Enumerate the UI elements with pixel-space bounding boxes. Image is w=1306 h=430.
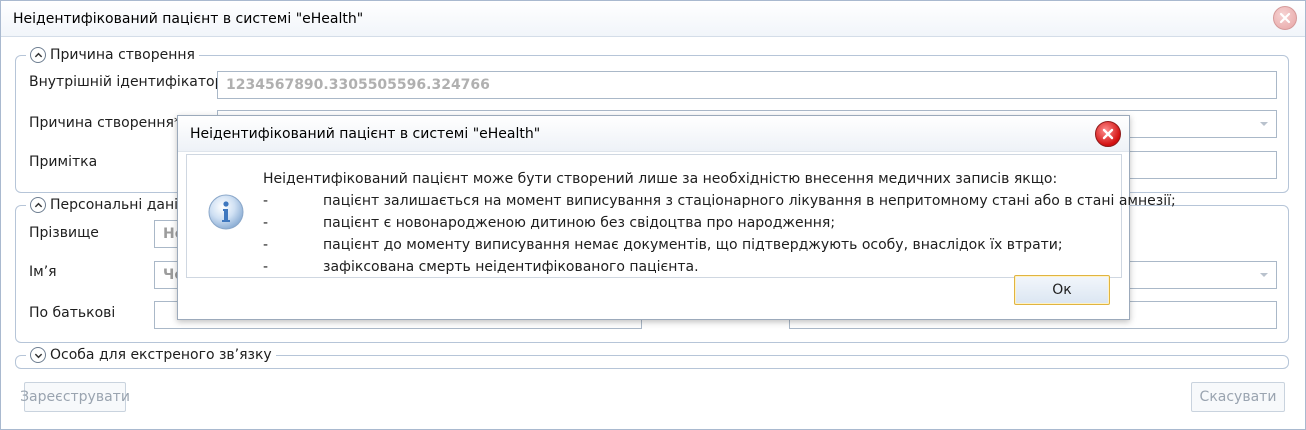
window-titlebar: Неідентифікований пацієнт в системі "eHe… — [1, 1, 1305, 37]
list-item: - пацієнт є новонародженою дитиною без с… — [263, 215, 836, 231]
info-dialog: Неідентифікований пацієнт в системі "eHe… — [177, 115, 1176, 320]
internal-id-label: Внутрішній ідентифікатор — [29, 74, 224, 90]
dialog-close-button[interactable] — [1095, 121, 1121, 147]
close-icon — [1279, 12, 1291, 24]
list-item: - пацієнт до моменту виписування немає д… — [263, 237, 1063, 253]
chevron-down-icon[interactable] — [30, 347, 46, 363]
ok-button[interactable]: Ок — [1014, 275, 1110, 305]
dialog-intro: Неідентифікований пацієнт може бути ство… — [263, 171, 1058, 187]
chevron-down-icon — [1260, 122, 1268, 126]
info-icon — [208, 194, 244, 230]
main-window: Неідентифікований пацієнт в системі "eHe… — [0, 0, 1306, 430]
group-creation-title: Причина створення — [50, 47, 195, 63]
register-button[interactable]: Зареєструвати — [20, 382, 130, 412]
list-item: - пацієнт залишається на момент виписува… — [263, 193, 1176, 209]
note-label: Примітка — [29, 154, 98, 170]
chevron-up-icon[interactable] — [30, 197, 46, 213]
chevron-up-icon[interactable] — [30, 47, 46, 63]
dialog-title: Неідентифікований пацієнт в системі "eHe… — [190, 126, 541, 142]
group-personal-title: Персональні дані(з — [50, 197, 191, 213]
group-personal-header[interactable]: Персональні дані(з — [26, 195, 195, 215]
window-title: Неідентифікований пацієнт в системі "eHe… — [13, 11, 364, 27]
dialog-titlebar: Неідентифікований пацієнт в системі "eHe… — [178, 116, 1129, 152]
dialog-message: Неідентифікований пацієнт може бути ство… — [263, 168, 1176, 278]
cancel-button[interactable]: Скасувати — [1191, 382, 1285, 412]
close-icon — [1102, 128, 1114, 140]
surname-label: Прізвище — [29, 225, 99, 241]
group-emergency-title: Особа для екстреного зв’язку — [50, 347, 272, 363]
patronymic-label: По батькові — [29, 305, 116, 321]
group-creation-header[interactable]: Причина створення — [26, 45, 199, 65]
chevron-down-icon — [1260, 273, 1268, 277]
group-emergency-contact: Особа для екстреного зв’язку — [15, 345, 1289, 369]
dialog-body: Неідентифікований пацієнт може бути ство… — [186, 154, 1176, 278]
group-emergency-header[interactable]: Особа для екстреного зв’язку — [26, 345, 276, 365]
window-close-button[interactable] — [1273, 6, 1297, 30]
name-label: Ім’я — [29, 264, 57, 280]
internal-id-field[interactable]: 1234567890.3305505596.324766 — [217, 71, 1277, 99]
reason-label: Причина створення* — [29, 115, 181, 131]
